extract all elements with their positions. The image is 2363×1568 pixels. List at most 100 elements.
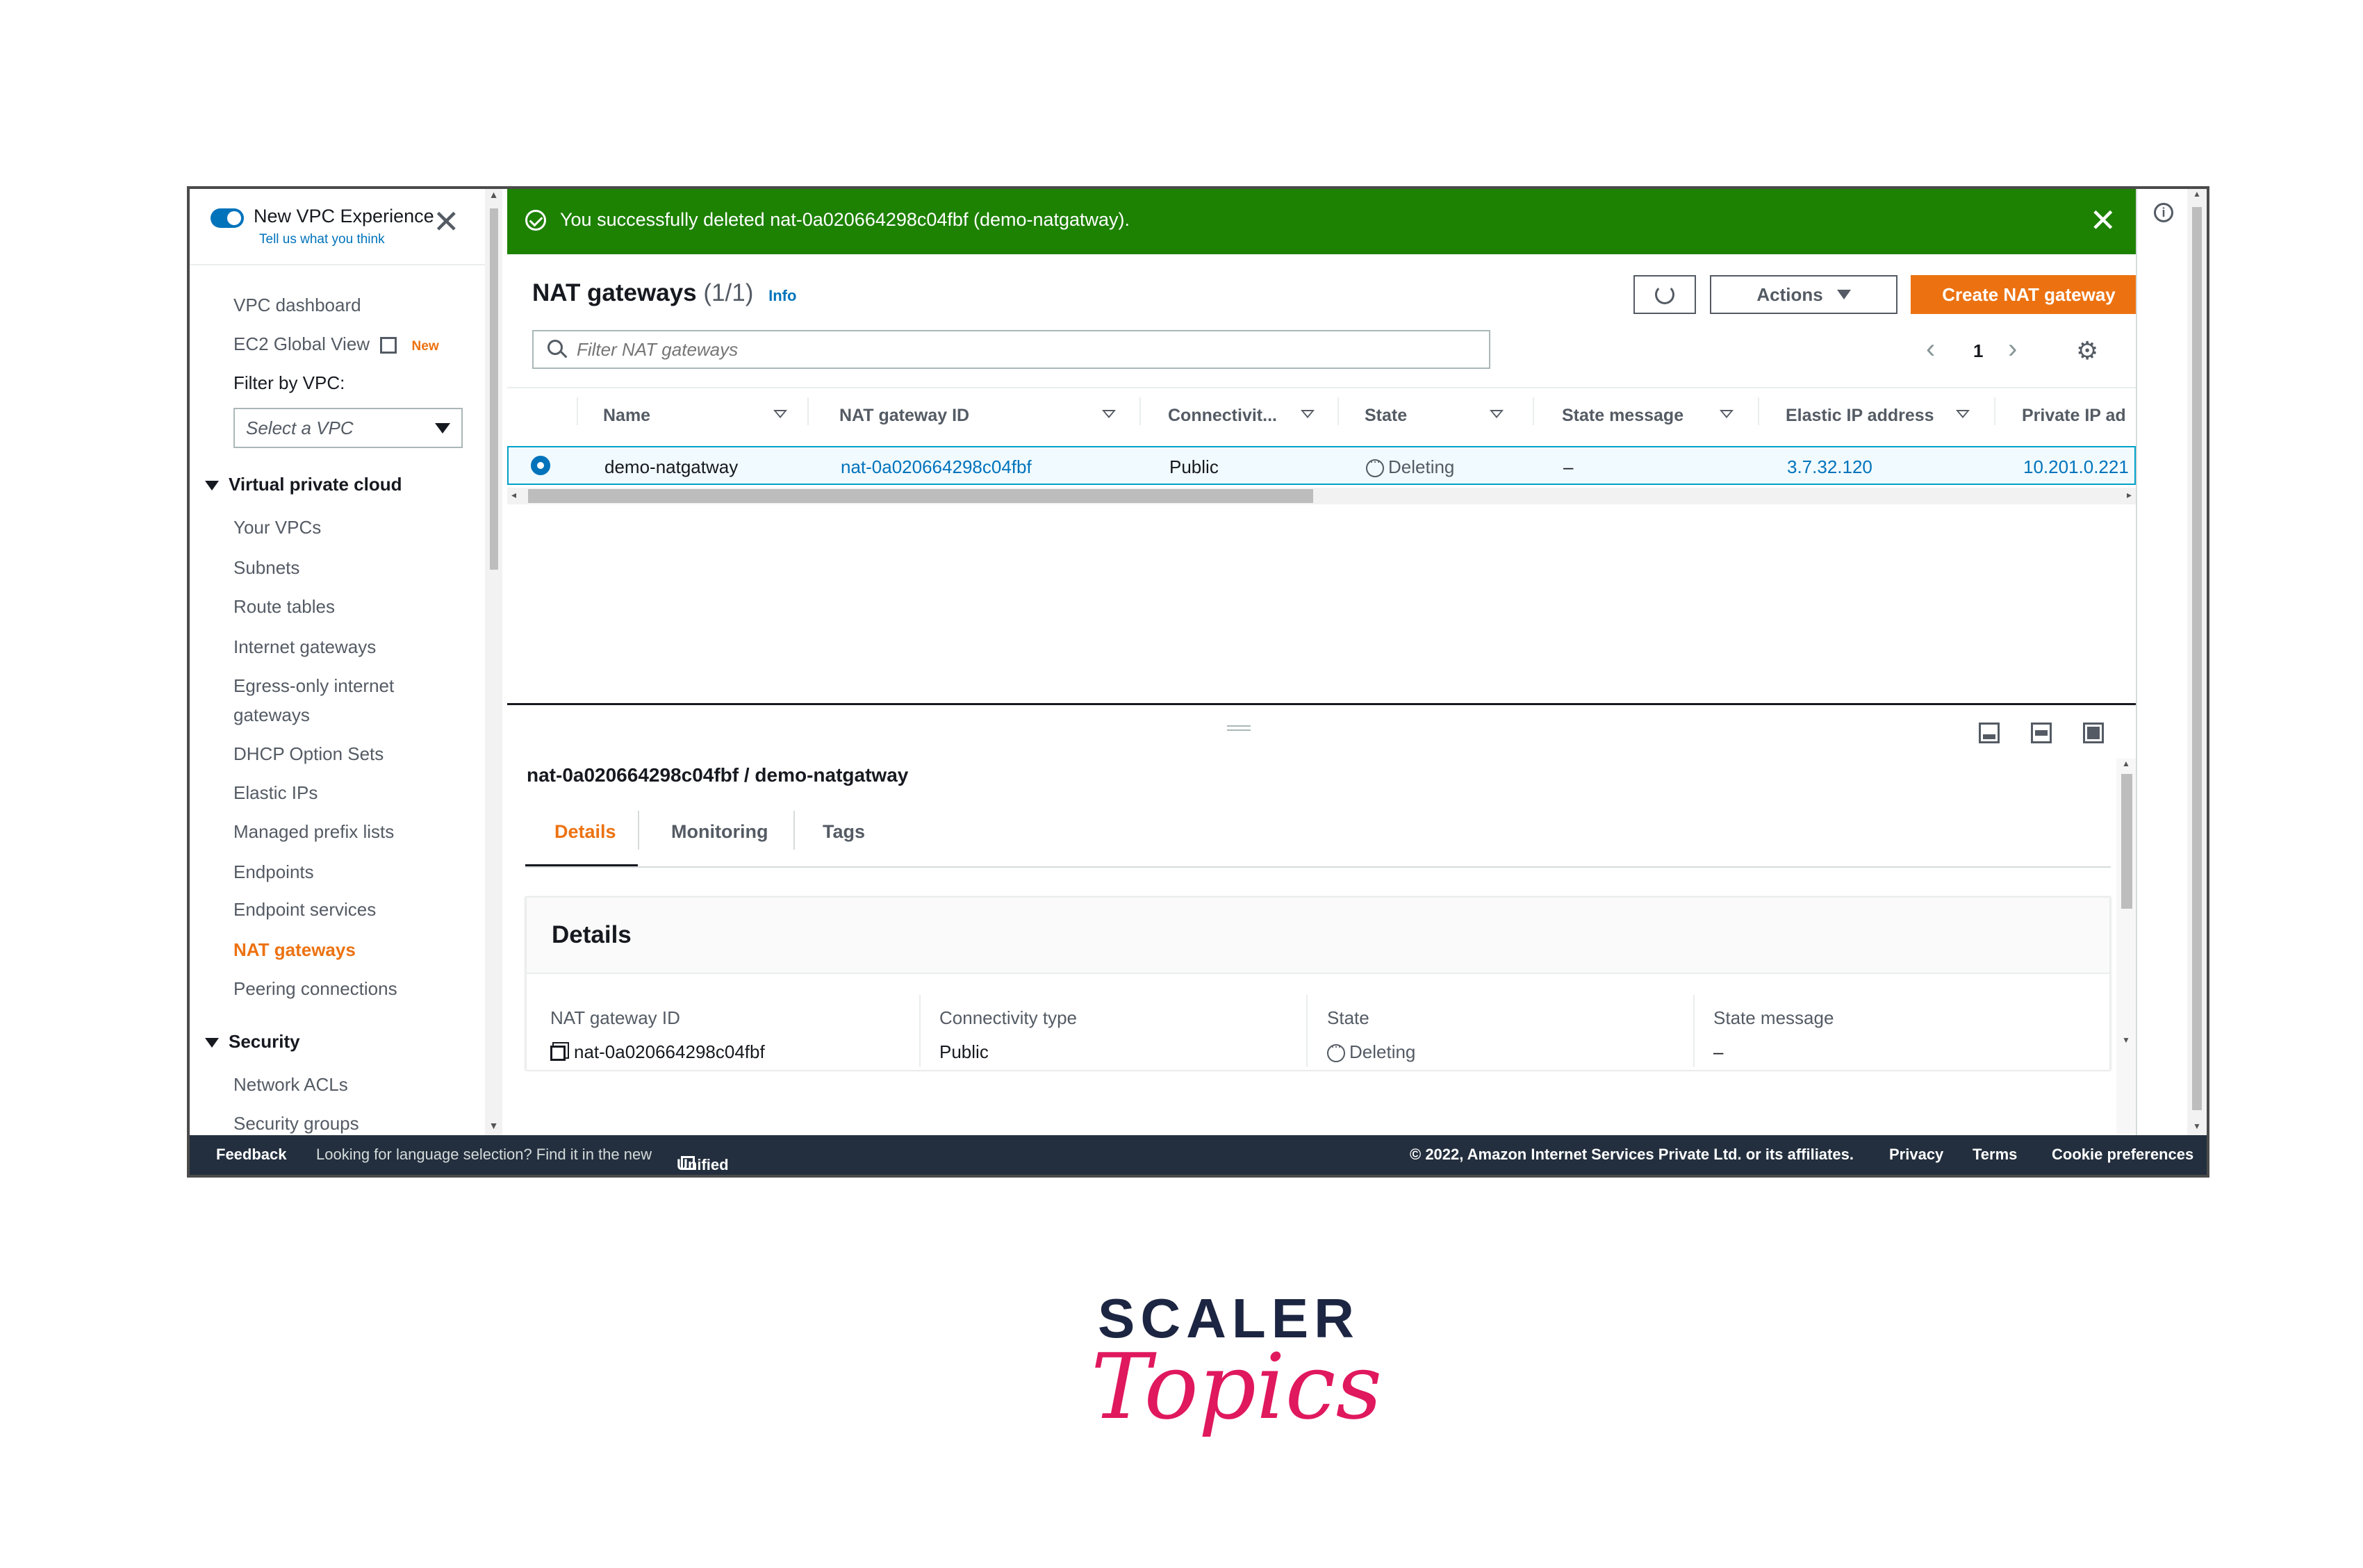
sort-icon[interactable] bbox=[773, 410, 787, 418]
tab-tags[interactable]: Tags bbox=[823, 821, 865, 843]
sort-icon[interactable] bbox=[1102, 410, 1116, 418]
toggle-knob bbox=[227, 211, 241, 225]
tab-separator bbox=[638, 811, 639, 850]
nav-endpoints[interactable]: Endpoints bbox=[233, 857, 314, 886]
refresh-button[interactable] bbox=[1633, 275, 1696, 314]
nav-managed-prefix-lists[interactable]: Managed prefix lists bbox=[233, 817, 394, 846]
feedback-link[interactable]: Tell us what you think bbox=[259, 232, 385, 247]
sidebar-scrollbar[interactable]: ▲ ▼ bbox=[485, 189, 502, 1135]
create-nat-gateway-button[interactable]: Create NAT gateway bbox=[1911, 275, 2147, 314]
table-horizontal-scrollbar[interactable]: ◂ ▸ bbox=[507, 488, 2136, 504]
column-separator bbox=[807, 397, 809, 425]
nav-elastic-ips[interactable]: Elastic IPs bbox=[233, 778, 318, 807]
external-link-icon bbox=[380, 337, 397, 354]
nav-vpc-dashboard[interactable]: VPC dashboard bbox=[233, 290, 361, 320]
prev-page-icon[interactable]: ‹ bbox=[1926, 333, 1935, 365]
sort-icon[interactable] bbox=[1490, 410, 1504, 418]
resize-handle-icon[interactable] bbox=[1227, 725, 1251, 731]
col-elastic-ip[interactable]: Elastic IP address bbox=[1786, 406, 1934, 426]
table-scroll-thumb[interactable] bbox=[528, 489, 1313, 503]
col-state-message[interactable]: State message bbox=[1562, 406, 1683, 426]
row-radio[interactable] bbox=[531, 456, 550, 475]
nav-ec2-global-view[interactable]: EC2 Global View New bbox=[233, 329, 439, 361]
scroll-up-icon[interactable]: ▲ bbox=[485, 189, 502, 200]
sort-icon[interactable] bbox=[1720, 410, 1734, 418]
table-row[interactable]: demo-natgatway nat-0a020664298c04fbf Pub… bbox=[507, 446, 2136, 485]
footer-cookie-preferences[interactable]: Cookie preferences bbox=[2052, 1146, 2193, 1164]
page-scrollbar[interactable]: ▲ ▼ bbox=[2187, 189, 2207, 1135]
footer-terms[interactable]: Terms bbox=[1973, 1146, 2017, 1164]
col-private-ip[interactable]: Private IP ad bbox=[2022, 406, 2126, 426]
field-separator bbox=[1693, 995, 1695, 1067]
split-panel-divider bbox=[507, 703, 2136, 705]
footer-feedback[interactable]: Feedback bbox=[216, 1146, 287, 1164]
cell-nat-gateway-id[interactable]: nat-0a020664298c04fbf bbox=[841, 456, 1032, 478]
scroll-down-icon[interactable]: ▼ bbox=[2122, 1035, 2130, 1045]
table-top-divider bbox=[507, 387, 2136, 388]
footer-privacy[interactable]: Privacy bbox=[1889, 1146, 1943, 1164]
nav-internet-gateways[interactable]: Internet gateways bbox=[233, 632, 376, 661]
nav-egress-only-gateways[interactable]: Egress-only internet bbox=[233, 671, 394, 700]
nav-egress-only-gateways-line2[interactable]: gateways bbox=[233, 700, 310, 729]
section-security[interactable]: Security bbox=[205, 1031, 300, 1053]
sort-icon[interactable] bbox=[1956, 410, 1970, 418]
section-virtual-private-cloud[interactable]: Virtual private cloud bbox=[205, 474, 402, 495]
col-connectivity[interactable]: Connectivit... bbox=[1168, 406, 1277, 426]
cell-elastic-ip[interactable]: 3.7.32.120 bbox=[1787, 456, 1872, 478]
copy-icon[interactable] bbox=[550, 1046, 566, 1062]
sidebar-divider bbox=[190, 264, 485, 265]
cell-private-ip[interactable]: 10.201.0.221 bbox=[2023, 456, 2129, 478]
dismiss-icon[interactable]: ✕ bbox=[2089, 201, 2116, 239]
col-state[interactable]: State bbox=[1365, 406, 1407, 426]
scroll-up-icon[interactable]: ▲ bbox=[2122, 759, 2130, 768]
nav-route-tables[interactable]: Route tables bbox=[233, 592, 335, 621]
right-rail: i ▲ ▼ bbox=[2136, 189, 2207, 1135]
detail-scroll-thumb[interactable] bbox=[2121, 774, 2132, 909]
success-check-icon bbox=[525, 210, 546, 231]
nav-subnets[interactable]: Subnets bbox=[233, 553, 299, 582]
scroll-left-icon[interactable]: ◂ bbox=[511, 489, 516, 501]
scroll-up-icon[interactable]: ▲ bbox=[2193, 189, 2201, 199]
nav-nat-gateways[interactable]: NAT gateways bbox=[233, 935, 356, 964]
detail-scrollbar[interactable]: ▲ ▼ bbox=[2116, 759, 2136, 1134]
cell-name: demo-natgatway bbox=[604, 456, 739, 477]
sort-icon[interactable] bbox=[1301, 410, 1315, 418]
next-page-icon[interactable]: › bbox=[2008, 333, 2017, 365]
col-name[interactable]: Name bbox=[603, 406, 650, 426]
field-label-nat-gateway-id: NAT gateway ID bbox=[550, 1007, 680, 1028]
nav-your-vpcs[interactable]: Your VPCs bbox=[233, 513, 321, 542]
scroll-right-icon[interactable]: ▸ bbox=[2127, 489, 2132, 501]
actions-button[interactable]: Actions bbox=[1710, 275, 1897, 314]
tab-monitoring[interactable]: Monitoring bbox=[671, 821, 768, 843]
nav-network-acls[interactable]: Network ACLs bbox=[233, 1070, 348, 1099]
vpc-select[interactable]: Select a VPC bbox=[233, 408, 463, 448]
scroll-down-icon[interactable]: ▼ bbox=[485, 1120, 502, 1131]
tab-details[interactable]: Details bbox=[554, 821, 616, 843]
filter-box[interactable] bbox=[532, 330, 1490, 369]
new-experience-toggle[interactable] bbox=[211, 208, 244, 228]
filter-input[interactable] bbox=[575, 338, 1479, 361]
sidebar-scroll-thumb[interactable] bbox=[490, 208, 498, 570]
cell-state: Deleting bbox=[1366, 454, 1454, 478]
field-label-connectivity-type: Connectivity type bbox=[939, 1007, 1077, 1028]
cell-connectivity: Public bbox=[1169, 456, 1219, 477]
collapse-caret-icon bbox=[205, 1038, 219, 1048]
pending-status-icon bbox=[1327, 1039, 1345, 1063]
success-flash: You successfully deleted nat-0a020664298… bbox=[507, 189, 2136, 254]
nav-peering-connections[interactable]: Peering connections bbox=[233, 974, 397, 1003]
nav-security-groups[interactable]: Security groups bbox=[233, 1109, 359, 1138]
info-icon[interactable]: i bbox=[2154, 203, 2173, 222]
nav-endpoint-services[interactable]: Endpoint services bbox=[233, 895, 376, 924]
split-side-icon[interactable] bbox=[2031, 723, 2052, 743]
split-full-icon[interactable] bbox=[2083, 723, 2104, 743]
page-scroll-thumb[interactable] bbox=[2192, 207, 2202, 1110]
info-link[interactable]: Info bbox=[768, 287, 796, 304]
nav-dhcp-option-sets[interactable]: DHCP Option Sets bbox=[233, 739, 384, 768]
split-bottom-icon[interactable] bbox=[1979, 723, 2000, 743]
field-value-state: Deleting bbox=[1327, 1039, 1415, 1063]
scroll-down-icon[interactable]: ▼ bbox=[2193, 1121, 2201, 1131]
page-number[interactable]: 1 bbox=[1973, 340, 1983, 362]
gear-icon[interactable]: ⚙ bbox=[2076, 336, 2098, 365]
close-icon[interactable]: ✕ bbox=[433, 203, 460, 240]
col-nat-gateway-id[interactable]: NAT gateway ID bbox=[839, 406, 969, 426]
